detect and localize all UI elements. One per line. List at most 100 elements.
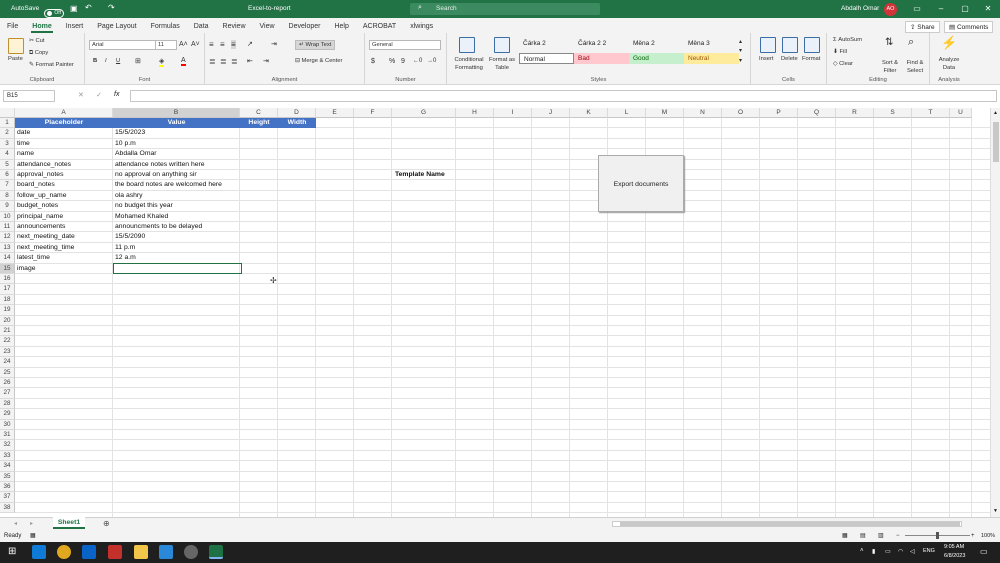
fill-color-icon[interactable]: ◈: [159, 57, 165, 67]
horizontal-scroll-thumb[interactable]: [620, 522, 960, 526]
column-header-d[interactable]: D: [278, 108, 316, 118]
find-select-icon[interactable]: ⌕: [908, 36, 914, 49]
row-header[interactable]: 6: [0, 170, 15, 181]
row-header[interactable]: 24: [0, 357, 15, 368]
zoom-out-icon[interactable]: −: [896, 530, 900, 542]
row-header[interactable]: 20: [0, 315, 15, 326]
column-header-o[interactable]: O: [722, 108, 760, 118]
excel-taskbar-icon[interactable]: [209, 545, 223, 559]
format-painter-button[interactable]: ✎ Format Painter: [29, 62, 74, 68]
style-neutral[interactable]: Neutral: [684, 53, 739, 64]
tab-formulas[interactable]: Formulas: [144, 23, 187, 33]
save-icon[interactable]: ▣: [70, 4, 78, 13]
styles-more-icon[interactable]: ▾: [739, 57, 742, 64]
cut-button[interactable]: ✂ Cut: [29, 38, 45, 44]
find-select-button[interactable]: Find & Select: [903, 59, 927, 75]
row-header[interactable]: 34: [0, 461, 15, 472]
table-header-width[interactable]: Width: [278, 118, 316, 129]
battery-icon[interactable]: ▭: [885, 548, 891, 555]
row-header[interactable]: 17: [0, 284, 15, 295]
value-cell[interactable]: Abdalla Omar: [113, 149, 240, 159]
font-color-icon[interactable]: A: [181, 57, 186, 66]
row-header[interactable]: 36: [0, 482, 15, 493]
row-header[interactable]: 29: [0, 409, 15, 420]
placeholder-cell[interactable]: attendance_notes: [15, 160, 113, 170]
column-header-i[interactable]: I: [494, 108, 532, 118]
maximize-icon[interactable]: ▢: [953, 0, 977, 18]
language-indicator[interactable]: ENG: [923, 548, 935, 554]
align-bottom-icon[interactable]: ≡: [231, 40, 236, 49]
search-input[interactable]: Search: [410, 3, 600, 15]
wrap-text-button[interactable]: ↵ Wrap Text: [295, 40, 336, 50]
insert-button[interactable]: Insert: [759, 56, 774, 62]
edge-icon[interactable]: [32, 545, 46, 559]
currency-icon[interactable]: $: [371, 58, 375, 65]
styles-scroll-up-icon[interactable]: ▴: [739, 38, 742, 45]
row-header[interactable]: 31: [0, 430, 15, 441]
paste-icon[interactable]: [8, 38, 24, 54]
decrease-indent-icon[interactable]: ⇤: [247, 57, 253, 65]
file-explorer-icon[interactable]: [134, 545, 148, 559]
style-carka-2-2[interactable]: Čárka 2 2: [574, 38, 629, 49]
row-header[interactable]: 25: [0, 367, 15, 378]
prev-sheet-icon[interactable]: ◂: [14, 520, 17, 527]
row-header[interactable]: 1: [0, 118, 15, 129]
underline-button[interactable]: U: [116, 58, 120, 64]
align-top-icon[interactable]: ≡: [209, 40, 214, 49]
conditional-formatting-icon[interactable]: [459, 37, 475, 53]
column-header-t[interactable]: T: [912, 108, 950, 118]
format-table-icon[interactable]: [494, 37, 510, 53]
row-header[interactable]: 4: [0, 149, 15, 160]
row-header[interactable]: 14: [0, 253, 15, 264]
analyze-data-icon[interactable]: ⚡: [941, 35, 957, 51]
share-button[interactable]: ⇪ Share: [905, 21, 940, 33]
format-cells-icon[interactable]: [804, 37, 820, 53]
column-header-p[interactable]: P: [760, 108, 798, 118]
row-header[interactable]: 27: [0, 388, 15, 399]
row-header[interactable]: 21: [0, 326, 15, 337]
copy-button[interactable]: ⧉ Copy: [29, 50, 48, 57]
name-box[interactable]: B15: [3, 90, 55, 102]
chrome-icon[interactable]: [57, 545, 71, 559]
increase-font-icon[interactable]: A˄: [179, 41, 188, 48]
tab-xlwings[interactable]: xlwings: [403, 23, 440, 33]
tab-review[interactable]: Review: [216, 23, 253, 33]
delete-button[interactable]: Delete: [781, 56, 798, 62]
tab-acrobat[interactable]: ACROBAT: [356, 23, 403, 33]
tray-chevron-icon[interactable]: ˄: [860, 548, 864, 554]
style-normal[interactable]: Normal: [519, 53, 574, 64]
row-header[interactable]: 7: [0, 180, 15, 191]
placeholder-cell[interactable]: budget_notes: [15, 201, 113, 211]
row-header[interactable]: 30: [0, 419, 15, 430]
value-cell[interactable]: 15/5/2023: [113, 128, 240, 138]
recorder-icon[interactable]: [108, 545, 122, 559]
page-break-view-icon[interactable]: ▥: [878, 530, 884, 542]
volume-icon[interactable]: ◁: [910, 548, 915, 555]
row-header[interactable]: 16: [0, 274, 15, 285]
placeholder-cell[interactable]: name: [15, 149, 113, 159]
confirm-formula-icon[interactable]: ✓: [96, 91, 102, 99]
normal-view-icon[interactable]: ▦: [842, 530, 848, 542]
zoom-in-icon[interactable]: +: [971, 530, 975, 542]
column-header-e[interactable]: E: [316, 108, 354, 118]
decrease-decimal-icon[interactable]: →0: [427, 58, 436, 64]
percent-icon[interactable]: %: [389, 58, 395, 65]
clock-time[interactable]: 9:05 AM: [944, 544, 964, 550]
insert-cells-icon[interactable]: [760, 37, 776, 53]
value-cell[interactable]: 15/5/2090: [113, 232, 240, 242]
placeholder-cell[interactable]: approval_notes: [15, 170, 113, 180]
placeholder-cell[interactable]: time: [15, 139, 113, 149]
delete-cells-icon[interactable]: [782, 37, 798, 53]
avatar[interactable]: AO: [884, 3, 897, 16]
column-header-u[interactable]: U: [950, 108, 972, 118]
align-center-icon[interactable]: ≣: [220, 57, 227, 66]
wifi-icon[interactable]: ◠: [898, 548, 903, 555]
outlook-icon[interactable]: [82, 545, 96, 559]
next-sheet-icon[interactable]: ▸: [30, 520, 33, 527]
row-header[interactable]: 38: [0, 502, 15, 514]
decrease-font-icon[interactable]: A˅: [191, 41, 200, 48]
select-all-corner[interactable]: [0, 108, 15, 118]
value-cell[interactable]: ola ashry: [113, 191, 240, 201]
column-header-g[interactable]: G: [392, 108, 456, 118]
row-header[interactable]: 23: [0, 346, 15, 358]
